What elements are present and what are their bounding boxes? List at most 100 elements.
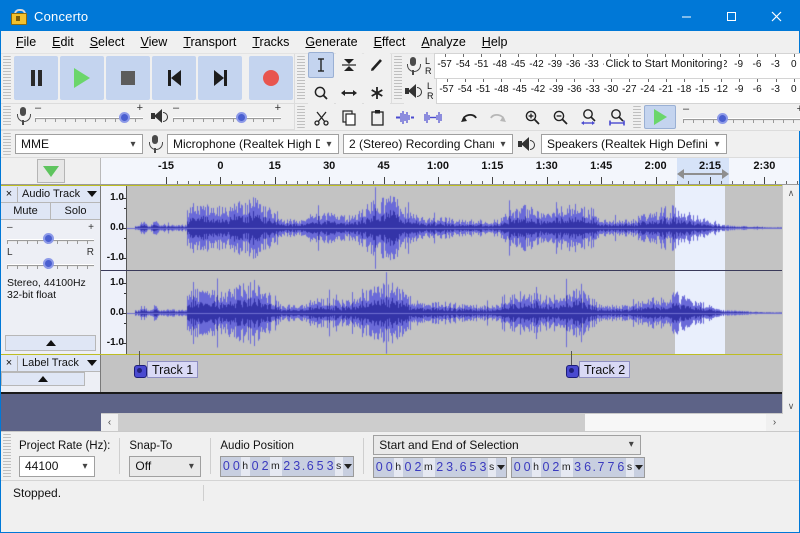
time-digit[interactable]: 7 xyxy=(596,458,606,477)
undo-button[interactable] xyxy=(456,104,482,130)
pan-slider[interactable] xyxy=(7,257,94,271)
time-digit[interactable]: 6 xyxy=(305,457,315,476)
time-field-dropdown[interactable] xyxy=(496,465,506,470)
selection-start-field[interactable]: 00h02m23.653s xyxy=(373,457,507,478)
zoom-tool-button[interactable] xyxy=(308,80,334,106)
timeline-ruler[interactable]: -1501530451:001:151:301:452:002:152:302:… xyxy=(101,158,799,184)
time-digit[interactable]: 6 xyxy=(616,458,626,477)
playback-meter-scale[interactable]: -57-54-51-48-45-42-39-36-33-30-27-24-21-… xyxy=(436,78,800,104)
audio-position-field[interactable]: 00h02m23.653s xyxy=(220,456,354,477)
recording-meter[interactable]: L R -57-54-51-48-45-42-39-36-33-30-27-24… xyxy=(404,54,800,79)
time-digit[interactable]: 0 xyxy=(250,457,260,476)
project-rate-select[interactable]: 44100 ▾ xyxy=(19,456,95,477)
time-digit[interactable]: 0 xyxy=(221,457,231,476)
time-digit[interactable]: 0 xyxy=(374,458,384,477)
menu-view[interactable]: View xyxy=(132,33,175,51)
horizontal-scroll-thumb[interactable] xyxy=(118,414,585,431)
maximize-button[interactable] xyxy=(709,1,754,31)
playback-meter[interactable]: L R -57-54-51-48-45-42-39-36-33-30-27-24… xyxy=(404,79,800,104)
menu-file[interactable]: File xyxy=(8,33,44,51)
snap-to-select[interactable]: Off ▾ xyxy=(129,456,201,477)
stop-button[interactable] xyxy=(106,56,150,100)
label-track-body[interactable]: Track 1 Track 2 xyxy=(101,355,799,392)
toolbar-grip[interactable] xyxy=(3,56,11,101)
zoom-in-button[interactable] xyxy=(520,104,546,130)
audio-track[interactable]: × Audio Track Mute Solo – + xyxy=(1,185,799,355)
time-unit[interactable]: h xyxy=(394,458,403,477)
skip-to-start-button[interactable] xyxy=(152,56,196,100)
label-track-control-panel[interactable]: × Label Track xyxy=(1,355,101,392)
time-unit[interactable]: s xyxy=(626,458,634,477)
recording-channels-select[interactable]: 2 (Stereo) Recording Channels ▾ xyxy=(343,134,513,154)
scroll-right-arrow-icon[interactable]: › xyxy=(766,417,783,428)
label-text[interactable]: Track 2 xyxy=(579,361,630,378)
time-digit[interactable]: 6 xyxy=(583,458,593,477)
waveform-right-channel[interactable] xyxy=(127,271,799,355)
time-digit[interactable]: 0 xyxy=(403,458,413,477)
zoom-out-button[interactable] xyxy=(548,104,574,130)
playback-device-select[interactable]: Speakers (Realtek High Definiti ▾ xyxy=(541,134,727,154)
horizontal-scrollbar[interactable]: ‹ › xyxy=(101,413,783,431)
time-unit[interactable]: m xyxy=(423,458,435,477)
time-digit[interactable]: 2 xyxy=(260,457,270,476)
time-field-dropdown[interactable] xyxy=(343,464,353,469)
time-unit[interactable]: s xyxy=(335,457,343,476)
trim-audio-button[interactable] xyxy=(392,104,418,130)
scroll-up-arrow-icon[interactable]: ∧ xyxy=(783,185,799,201)
time-unit[interactable]: m xyxy=(561,458,573,477)
close-button[interactable] xyxy=(754,1,799,31)
recording-volume-slider[interactable]: – + xyxy=(35,105,143,127)
scroll-left-arrow-icon[interactable]: ‹ xyxy=(101,417,118,428)
time-field-dropdown[interactable] xyxy=(634,465,644,470)
time-digit[interactable]: 5 xyxy=(468,458,478,477)
time-shift-tool-button[interactable] xyxy=(336,80,362,106)
horizontal-scroll-track[interactable] xyxy=(118,414,766,431)
menu-help[interactable]: Help xyxy=(474,33,516,51)
time-digit[interactable]: 5 xyxy=(315,457,325,476)
solo-button[interactable]: Solo xyxy=(51,203,100,219)
collapse-track-button[interactable] xyxy=(1,372,85,386)
gain-slider[interactable] xyxy=(7,232,94,246)
time-digit[interactable]: 0 xyxy=(384,458,394,477)
time-digit[interactable]: 2 xyxy=(435,458,445,477)
menu-effect[interactable]: Effect xyxy=(366,33,414,51)
time-digit[interactable]: 7 xyxy=(606,458,616,477)
menu-transport[interactable]: Transport xyxy=(175,33,244,51)
play-button[interactable] xyxy=(60,56,104,100)
waveform-left-channel[interactable] xyxy=(127,186,799,270)
time-digit[interactable]: 3 xyxy=(573,458,583,477)
time-digit[interactable]: 0 xyxy=(522,458,532,477)
pause-button[interactable] xyxy=(14,56,58,100)
minimize-button[interactable] xyxy=(664,1,709,31)
redo-button[interactable] xyxy=(484,104,510,130)
track-menu-button[interactable] xyxy=(84,191,100,197)
toolbar-grip[interactable] xyxy=(633,106,641,128)
label-text[interactable]: Track 1 xyxy=(147,361,198,378)
toolbar-grip[interactable] xyxy=(3,434,11,478)
menu-tracks[interactable]: Tracks xyxy=(244,33,297,51)
time-digit[interactable]: 3 xyxy=(478,458,488,477)
time-digit[interactable]: 3 xyxy=(325,457,335,476)
label-track[interactable]: × Label Track Track 1 Track 2 xyxy=(1,355,799,394)
time-digit[interactable]: 0 xyxy=(231,457,241,476)
time-digit[interactable]: 2 xyxy=(413,458,423,477)
time-digit[interactable]: 3 xyxy=(445,458,455,477)
toolbar-grip[interactable] xyxy=(297,56,305,101)
time-digit[interactable]: 0 xyxy=(541,458,551,477)
scroll-down-arrow-icon[interactable]: ∨ xyxy=(783,398,799,414)
close-track-button[interactable]: × xyxy=(1,356,18,371)
time-digit[interactable]: 3 xyxy=(292,457,302,476)
playback-volume-slider[interactable]: – + xyxy=(173,105,281,127)
menu-edit[interactable]: Edit xyxy=(44,33,82,51)
vertical-scrollbar[interactable]: ∧ ∨ xyxy=(782,185,799,431)
time-unit[interactable]: h xyxy=(532,458,541,477)
skip-to-end-button[interactable] xyxy=(198,56,242,100)
time-unit[interactable]: s xyxy=(488,458,496,477)
record-button[interactable] xyxy=(249,56,293,100)
copy-button[interactable] xyxy=(336,104,362,130)
silence-audio-button[interactable] xyxy=(420,104,446,130)
audio-track-control-panel[interactable]: × Audio Track Mute Solo – + xyxy=(1,186,101,354)
recording-device-select[interactable]: Microphone (Realtek High Defini ▾ xyxy=(167,134,339,154)
selection-adjust-handle[interactable] xyxy=(677,168,729,180)
track-menu-button[interactable] xyxy=(84,360,100,366)
